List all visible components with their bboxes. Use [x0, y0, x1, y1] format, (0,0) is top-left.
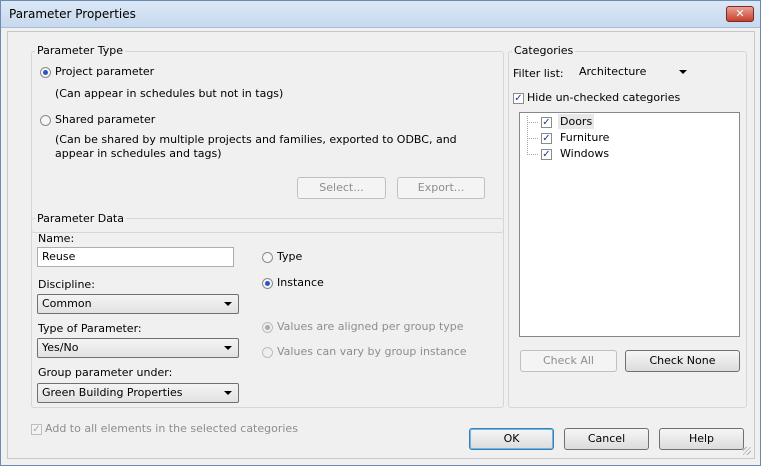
discipline-label: Discipline:	[38, 278, 95, 291]
title-bar[interactable]: Parameter Properties ✕	[1, 1, 760, 28]
shared-parameter-description-1: (Can be shared by multiple projects and …	[55, 133, 457, 146]
check-none-button[interactable]: Check None	[625, 350, 740, 372]
hide-unchecked-checkbox[interactable]: ✓	[513, 93, 524, 104]
chevron-down-icon	[224, 391, 232, 395]
dialog-title: Parameter Properties	[9, 7, 136, 21]
name-label: Name:	[38, 232, 75, 245]
instance-radio[interactable]	[262, 278, 273, 289]
select-button[interactable]: Select...	[297, 177, 386, 199]
type-of-parameter-select[interactable]: Yes/No	[37, 338, 239, 358]
filter-list-value: Architecture	[579, 65, 647, 78]
shared-parameter-radio[interactable]	[40, 115, 51, 126]
type-of-parameter-label: Type of Parameter:	[38, 322, 142, 335]
furniture-label[interactable]: Furniture	[560, 131, 609, 144]
name-input[interactable]: Reuse	[37, 247, 234, 267]
type-radio[interactable]	[262, 252, 273, 263]
categories-tree[interactable]: ✓ Doors ✓ Furniture ✓ Windows	[519, 112, 740, 337]
parameter-properties-dialog: Parameter Properties ✕ Parameter Type Pr…	[0, 0, 761, 466]
check-all-button[interactable]: Check All	[520, 350, 617, 372]
help-button[interactable]: Help	[659, 428, 744, 450]
discipline-value: Common	[42, 297, 92, 310]
windows-label[interactable]: Windows	[560, 147, 609, 160]
tree-connector	[527, 154, 538, 155]
hide-unchecked-label[interactable]: Hide un-checked categories	[527, 91, 680, 104]
furniture-checkbox[interactable]: ✓	[541, 133, 552, 144]
windows-checkbox[interactable]: ✓	[541, 149, 552, 160]
instance-radio-label[interactable]: Instance	[277, 276, 324, 289]
group-parameter-under-select[interactable]: Green Building Properties	[37, 383, 239, 403]
close-icon: ✕	[735, 7, 745, 20]
values-vary-radio[interactable]	[262, 347, 273, 358]
tree-connector	[527, 138, 538, 139]
chevron-down-icon	[224, 346, 232, 350]
parameter-data-legend: Parameter Data	[35, 212, 126, 225]
resize-grip[interactable]	[743, 447, 751, 455]
values-vary-label: Values can vary by group instance	[277, 345, 467, 358]
shared-parameter-description-2: appear in schedules and tags)	[55, 147, 222, 160]
cancel-button[interactable]: Cancel	[564, 428, 649, 450]
filter-list-label: Filter list:	[513, 67, 564, 80]
project-parameter-description: (Can appear in schedules but not in tags…	[55, 87, 284, 100]
values-aligned-label: Values are aligned per group type	[277, 320, 464, 333]
close-button[interactable]: ✕	[726, 6, 754, 22]
ok-button[interactable]: OK	[469, 428, 554, 450]
tree-connector	[527, 122, 538, 123]
dialog-body: Parameter Type Project parameter (Can ap…	[7, 31, 755, 459]
type-radio-label[interactable]: Type	[277, 250, 302, 263]
add-to-all-checkbox[interactable]: ✓	[31, 424, 42, 435]
parameter-type-legend: Parameter Type	[35, 44, 125, 57]
export-button[interactable]: Export...	[397, 177, 485, 199]
doors-label[interactable]: Doors	[558, 114, 595, 129]
project-parameter-radio[interactable]	[40, 67, 51, 78]
doors-checkbox[interactable]: ✓	[541, 117, 552, 128]
categories-legend: Categories	[512, 44, 576, 57]
values-aligned-radio[interactable]	[262, 322, 273, 333]
project-parameter-label[interactable]: Project parameter	[55, 65, 154, 78]
add-to-all-label: Add to all elements in the selected cate…	[45, 422, 298, 435]
filter-list-select[interactable]: Architecture	[575, 63, 693, 83]
type-of-parameter-value: Yes/No	[42, 341, 79, 354]
discipline-select[interactable]: Common	[37, 294, 239, 314]
chevron-down-icon	[679, 70, 687, 74]
group-parameter-under-label: Group parameter under:	[38, 366, 173, 379]
chevron-down-icon	[224, 302, 232, 306]
shared-parameter-label[interactable]: Shared parameter	[55, 113, 155, 126]
group-parameter-under-value: Green Building Properties	[42, 386, 183, 399]
